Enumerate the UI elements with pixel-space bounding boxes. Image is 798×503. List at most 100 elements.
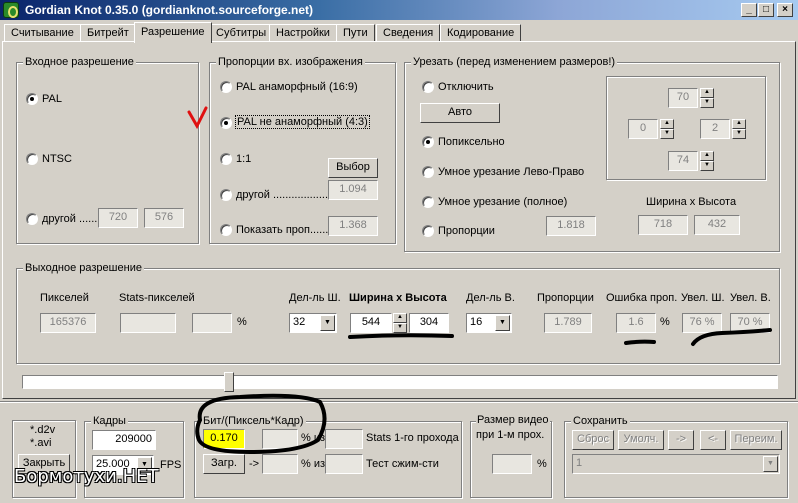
save-preset-combo[interactable]: 1 ▼: [572, 454, 780, 474]
div-h-value: 16: [470, 316, 483, 328]
radio-crop-proportions[interactable]: [422, 225, 434, 237]
tab-paths[interactable]: Пути: [336, 24, 375, 42]
radio-smart-lr[interactable]: [422, 166, 434, 178]
radio-crop-disable[interactable]: [422, 81, 434, 93]
label-crop-per-pixel: Попиксельно: [438, 136, 505, 148]
crop-top-field[interactable]: 70: [668, 88, 698, 108]
maximize-button[interactable]: □: [758, 3, 774, 17]
d2v-label: *.d2v: [30, 424, 56, 436]
video-size-label-line1: Размер видео: [476, 414, 550, 426]
radio-ntsc[interactable]: [26, 153, 38, 165]
crop-top-spinner[interactable]: ▲ ▼: [700, 88, 714, 108]
crop-right-field[interactable]: 2: [700, 119, 730, 139]
bits-per-pixel-field: 0.170: [203, 429, 245, 449]
save-preset-value: 1: [576, 457, 583, 469]
close-button[interactable]: ×: [777, 3, 793, 17]
tab-resolution[interactable]: Разрешение: [134, 22, 212, 43]
avi-label: *.avi: [30, 437, 52, 449]
test-percent-field: [262, 454, 298, 474]
label-pal-anamorphic: PAL анаморфный (16:9): [236, 81, 358, 93]
stats-percent-sign: %: [237, 316, 247, 328]
frames-legend: Кадры: [91, 415, 128, 427]
crop-left-field[interactable]: 0: [628, 119, 658, 139]
frames-field[interactable]: 209000: [92, 430, 156, 450]
output-prop-label: Пропорции: [537, 292, 594, 304]
reset-button[interactable]: Сброс: [572, 430, 614, 450]
bits-legend: Бит/(Пиксель*Кадр): [201, 415, 306, 427]
stats-pixels-field: [120, 313, 176, 333]
chevron-down-icon[interactable]: ▼: [320, 315, 335, 331]
video-size-label-line2: при 1-м прох.: [476, 429, 545, 441]
label-crop-proportions: Пропорции: [438, 225, 495, 237]
minimize-button[interactable]: _: [741, 3, 757, 17]
label-show-prop: Показать проп......: [236, 224, 329, 236]
crop-legend: Урезать (перед изменением размеров!): [411, 56, 618, 68]
crop-bottom-field[interactable]: 74: [668, 151, 698, 171]
watermark: Бормотухи.НЕТ: [14, 466, 159, 487]
radio-pal[interactable]: [26, 93, 38, 105]
video-size-field: [492, 454, 532, 474]
test-field: [325, 454, 363, 474]
label-input-other: другой .......: [42, 213, 101, 225]
label-smart-full: Умное урезание (полное): [438, 196, 568, 208]
tab-bitrate[interactable]: Битрейт: [80, 24, 136, 42]
input-width-field[interactable]: 720: [98, 208, 138, 228]
label-crop-disable: Отключить: [438, 81, 494, 93]
input-height-field[interactable]: 576: [144, 208, 184, 228]
output-height-field[interactable]: 304: [409, 313, 449, 333]
input-resolution-legend: Входное разрешение: [23, 56, 136, 68]
choose-button[interactable]: Выбор: [328, 158, 378, 178]
label-one-to-one: 1:1: [236, 153, 252, 165]
chevron-down-icon[interactable]: ▼: [763, 456, 778, 472]
radio-input-other[interactable]: [26, 213, 38, 225]
stats-percent-field: [192, 313, 232, 333]
title-bar: Gordian Knot 0.35.0 (gordianknot.sourcef…: [0, 0, 798, 20]
crop-wh-label: Ширина х Высота: [646, 196, 737, 208]
load-button[interactable]: Загр.: [203, 454, 245, 474]
tab-subtitles[interactable]: Субтитры: [209, 24, 274, 42]
inc-w-label: Увел. Ш.: [681, 292, 725, 304]
div-h-combo[interactable]: 16 ▼: [466, 313, 512, 333]
tab-read[interactable]: Считывание: [4, 24, 81, 42]
stats-pass-label: Stats 1-го прохода: [366, 432, 459, 444]
radio-smart-full[interactable]: [422, 196, 434, 208]
aspect-other-field[interactable]: 1.094: [328, 180, 378, 200]
crop-bottom-spinner[interactable]: ▲ ▼: [700, 151, 714, 171]
output-prop-field: 1.789: [544, 313, 592, 333]
app-icon: [3, 2, 19, 18]
radio-one-to-one[interactable]: [220, 153, 232, 165]
tab-settings[interactable]: Настройки: [269, 24, 337, 42]
default-button[interactable]: Умолч.: [618, 430, 664, 450]
tab-encoding[interactable]: Кодирование: [440, 24, 522, 42]
stats-pass-percent-field: [262, 429, 298, 449]
move-right-button[interactable]: ->: [668, 430, 694, 450]
div-w-combo[interactable]: 32 ▼: [289, 313, 337, 333]
inc-h-label: Увел. В.: [730, 292, 771, 304]
stats-pass-of-label: % из: [301, 432, 326, 444]
radio-pal-non-anamorphic[interactable]: [220, 117, 232, 129]
auto-crop-button[interactable]: Авто: [420, 103, 500, 123]
aspect-error-field: 1.6: [616, 313, 656, 333]
label-pal: PAL: [42, 93, 62, 105]
div-w-label: Дел-ль Ш.: [289, 292, 341, 304]
move-left-button[interactable]: <-: [700, 430, 726, 450]
chevron-down-icon[interactable]: ▼: [495, 315, 510, 331]
radio-aspect-other[interactable]: [220, 189, 232, 201]
rename-button[interactable]: Переим.: [730, 430, 782, 450]
output-width-spinner[interactable]: ▲ ▼: [393, 313, 407, 333]
stats-pixels-label: Stats-пикселей: [119, 292, 195, 304]
pixels-label: Пикселей: [40, 292, 89, 304]
output-width-field[interactable]: 544: [350, 313, 392, 333]
pixels-field: 165376: [40, 313, 96, 333]
window-title: Gordian Knot 0.35.0 (gordianknot.sourcef…: [25, 3, 314, 17]
crop-width-field: 718: [638, 215, 688, 235]
resolution-slider-thumb[interactable]: [224, 372, 234, 392]
radio-crop-per-pixel[interactable]: [422, 136, 434, 148]
tab-info[interactable]: Сведения: [376, 24, 441, 42]
fps-label: FPS: [160, 459, 182, 471]
resolution-slider-track[interactable]: [22, 375, 778, 389]
crop-left-spinner[interactable]: ▲ ▼: [660, 119, 674, 139]
crop-right-spinner[interactable]: ▲ ▼: [732, 119, 746, 139]
radio-pal-anamorphic[interactable]: [220, 81, 232, 93]
radio-show-prop[interactable]: [220, 224, 232, 236]
